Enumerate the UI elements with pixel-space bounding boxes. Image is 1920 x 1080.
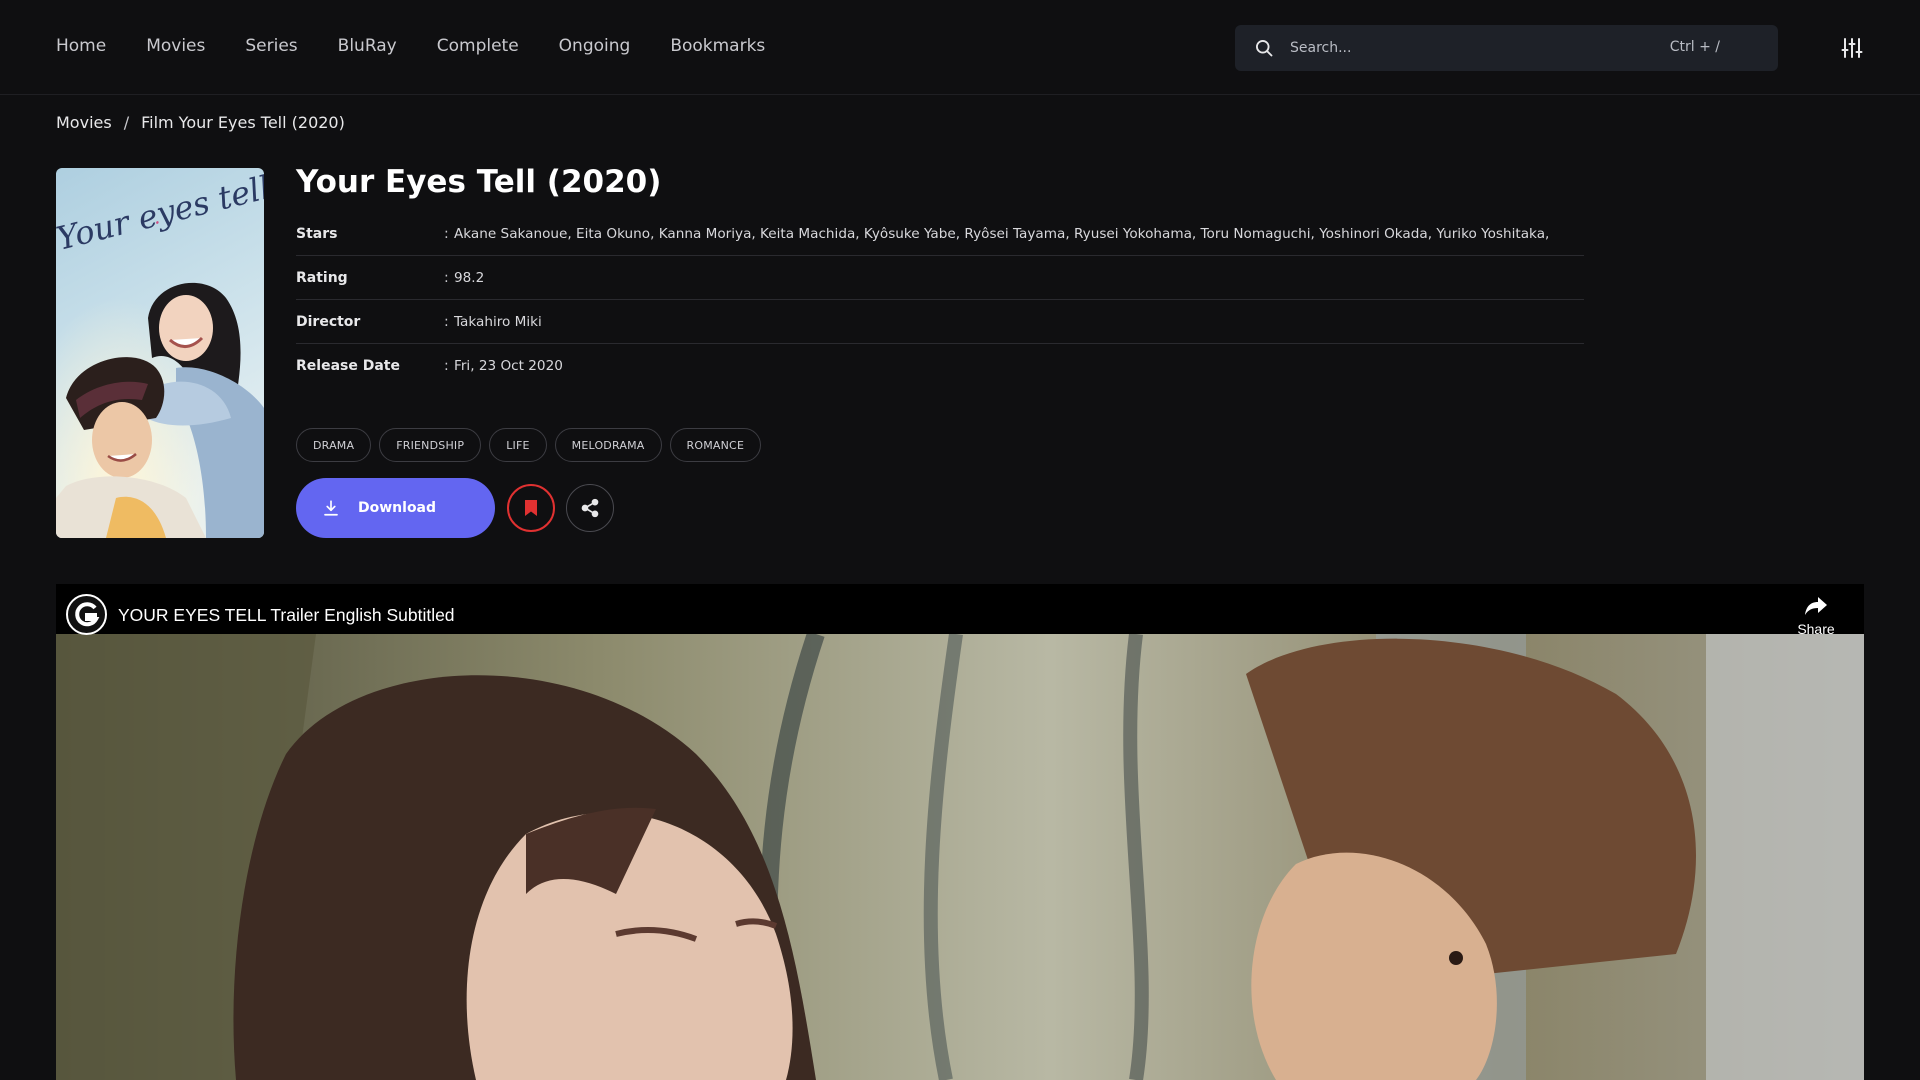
movie-info-table: Stars : Akane Sakanoue, Eita Okuno, Kann… <box>296 212 1584 388</box>
video-top-bar: YOUR EYES TELL Trailer English Subtitled… <box>56 584 1864 637</box>
top-navbar: Home Movies Series BluRay Complete Ongoi… <box>0 0 1920 95</box>
search-icon <box>1256 40 1273 57</box>
genre-tag-melodrama[interactable]: MELODRAMA <box>554 428 662 462</box>
video-frame[interactable] <box>56 634 1864 1080</box>
download-icon <box>324 500 338 516</box>
info-colon: : <box>444 225 449 242</box>
genre-tag-drama[interactable]: DRAMA <box>296 428 372 462</box>
info-row-director: Director : Takahiro Miki <box>296 300 1584 344</box>
breadcrumb: Movies / Film Your Eyes Tell (2020) <box>56 113 345 132</box>
nav-ongoing[interactable]: Ongoing <box>559 36 631 56</box>
bookmark-button[interactable] <box>507 484 555 532</box>
breadcrumb-movies-link[interactable]: Movies <box>56 113 112 132</box>
channel-logo-icon <box>74 601 99 626</box>
info-row-rating: Rating : 98.2 <box>296 256 1584 300</box>
info-value-stars: Akane Sakanoue, Eita Okuno, Kanna Moriya… <box>454 225 1550 242</box>
info-value-release-date: Fri, 23 Oct 2020 <box>454 358 563 374</box>
breadcrumb-current: Film Your Eyes Tell (2020) <box>141 113 345 132</box>
genre-tags: DRAMA FRIENDSHIP LIFE MELODRAMA ROMANCE <box>296 428 762 462</box>
search-input[interactable] <box>1290 40 1650 56</box>
download-button[interactable]: Download <box>296 478 495 538</box>
nav-movies[interactable]: Movies <box>146 36 205 56</box>
video-share-label: Share <box>1797 621 1835 637</box>
share-button[interactable] <box>566 484 614 532</box>
info-label: Stars <box>296 225 338 242</box>
trailer-video-player[interactable]: YOUR EYES TELL Trailer English Subtitled… <box>56 584 1864 1080</box>
nav-complete[interactable]: Complete <box>437 36 519 56</box>
nav-bookmarks[interactable]: Bookmarks <box>670 36 765 56</box>
info-row-release-date: Release Date : Fri, 23 Oct 2020 <box>296 344 1584 388</box>
info-label: Director <box>296 313 361 330</box>
info-value-rating: 98.2 <box>454 269 485 286</box>
video-title[interactable]: YOUR EYES TELL Trailer English Subtitled <box>118 605 455 626</box>
genre-tag-friendship[interactable]: FRIENDSHIP <box>379 428 482 462</box>
search-shortcut-hint: Ctrl + / <box>1669 39 1720 55</box>
channel-avatar[interactable] <box>66 594 107 635</box>
genre-tag-romance[interactable]: ROMANCE <box>669 428 762 462</box>
breadcrumb-separator: / <box>123 113 130 132</box>
movie-title: Your Eyes Tell (2020) <box>296 164 662 200</box>
sliders-icon <box>1841 38 1863 58</box>
share-arrow-icon <box>1805 597 1827 615</box>
bookmark-icon <box>525 500 537 516</box>
info-label: Rating <box>296 269 348 286</box>
nav-home[interactable]: Home <box>56 36 106 56</box>
info-colon: : <box>444 358 449 374</box>
main-nav: Home Movies Series BluRay Complete Ongoi… <box>56 36 765 56</box>
info-row-stars: Stars : Akane Sakanoue, Eita Okuno, Kann… <box>296 212 1584 256</box>
share-icon <box>581 498 599 518</box>
video-share-button[interactable]: Share <box>1794 596 1838 637</box>
nav-bluray[interactable]: BluRay <box>338 36 397 56</box>
search-box[interactable]: Ctrl + / <box>1235 25 1778 71</box>
movie-poster: Your eyes tell · <box>56 168 264 538</box>
nav-series[interactable]: Series <box>245 36 297 56</box>
info-colon: : <box>444 269 449 286</box>
info-value-director: Takahiro Miki <box>454 313 542 330</box>
info-colon: : <box>444 313 449 330</box>
filter-button[interactable] <box>1840 36 1864 60</box>
poster-image: Your eyes tell · <box>56 168 264 538</box>
download-button-label: Download <box>358 500 437 516</box>
genre-tag-life[interactable]: LIFE <box>489 428 547 462</box>
info-label: Release Date <box>296 358 400 374</box>
